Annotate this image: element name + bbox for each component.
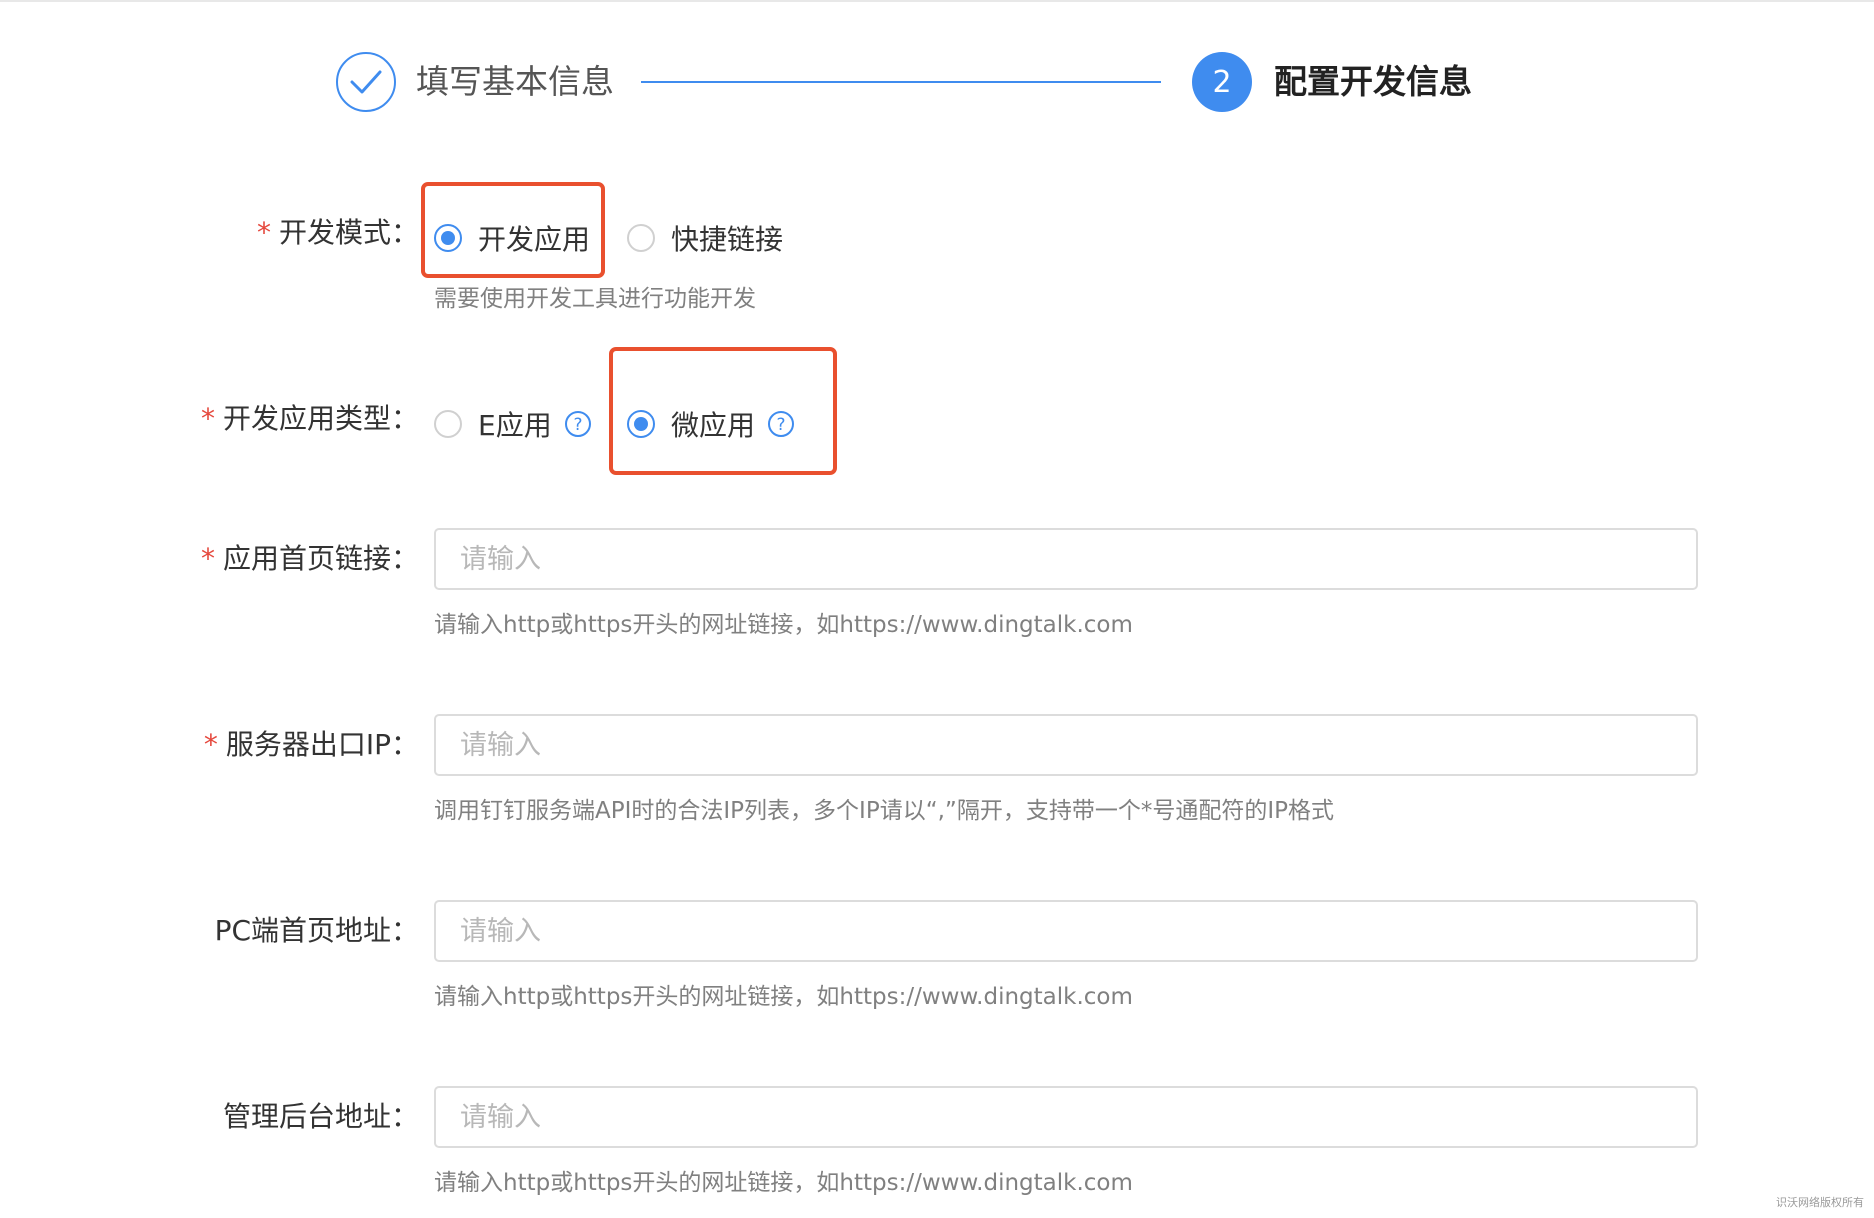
check-icon xyxy=(350,70,382,94)
pc-url-label: PC端首页地址： xyxy=(214,914,419,947)
step-1-check-icon xyxy=(336,52,396,112)
home-url-hint: 请输入http或https开头的网址链接，如https://www.dingta… xyxy=(434,612,1133,638)
server-ip-label-text: 服务器出口IP： xyxy=(225,728,419,761)
required-mark: * xyxy=(203,728,218,761)
watermark: 识沃网络版权所有 xyxy=(1776,1196,1864,1209)
highlight-box-micro-app xyxy=(609,347,837,475)
step-connector xyxy=(641,81,1161,83)
server-ip-label: * 服务器出口IP： xyxy=(204,731,419,759)
required-mark: * xyxy=(256,216,271,249)
radio-e-app-label: E应用 xyxy=(478,409,552,442)
app-type-label-text: 开发应用类型： xyxy=(222,402,419,435)
home-url-label: * 应用首页链接： xyxy=(201,545,419,573)
admin-url-input[interactable] xyxy=(434,1086,1698,1148)
pc-url-input[interactable] xyxy=(434,900,1698,962)
app-type-label: * 开发应用类型： xyxy=(201,405,419,433)
server-ip-input[interactable] xyxy=(434,714,1698,776)
step-1-label: 填写基本信息 xyxy=(416,62,614,101)
top-divider xyxy=(0,0,1874,2)
dev-mode-label-text: 开发模式： xyxy=(278,216,419,249)
radio-quick-link[interactable]: 快捷链接 xyxy=(627,218,783,258)
step-2-label: 配置开发信息 xyxy=(1274,62,1472,101)
radio-quick-link-label: 快捷链接 xyxy=(671,223,784,256)
radio-e-app[interactable]: E应用 ? xyxy=(434,404,592,444)
radio-unchecked-icon[interactable] xyxy=(434,410,462,438)
dev-mode-hint: 需要使用开发工具进行功能开发 xyxy=(434,286,756,312)
pc-url-hint: 请输入http或https开头的网址链接，如https://www.dingta… xyxy=(434,984,1133,1010)
dev-mode-label: * 开发模式： xyxy=(257,219,419,247)
radio-unchecked-icon[interactable] xyxy=(627,224,655,252)
home-url-input[interactable] xyxy=(434,528,1698,590)
step-2-number: 2 xyxy=(1192,52,1252,112)
question-circle-icon[interactable]: ? xyxy=(564,410,592,438)
admin-url-label: 管理后台地址： xyxy=(222,1100,419,1133)
required-mark: * xyxy=(200,402,215,435)
home-url-label-text: 应用首页链接： xyxy=(222,542,419,575)
server-ip-hint: 调用钉钉服务端API时的合法IP列表，多个IP请以“,”隔开，支持带一个*号通配… xyxy=(434,798,1334,824)
svg-text:?: ? xyxy=(573,415,582,435)
admin-url-hint: 请输入http或https开头的网址链接，如https://www.dingta… xyxy=(434,1170,1133,1196)
required-mark: * xyxy=(200,542,215,575)
highlight-box-dev-app xyxy=(421,182,605,278)
